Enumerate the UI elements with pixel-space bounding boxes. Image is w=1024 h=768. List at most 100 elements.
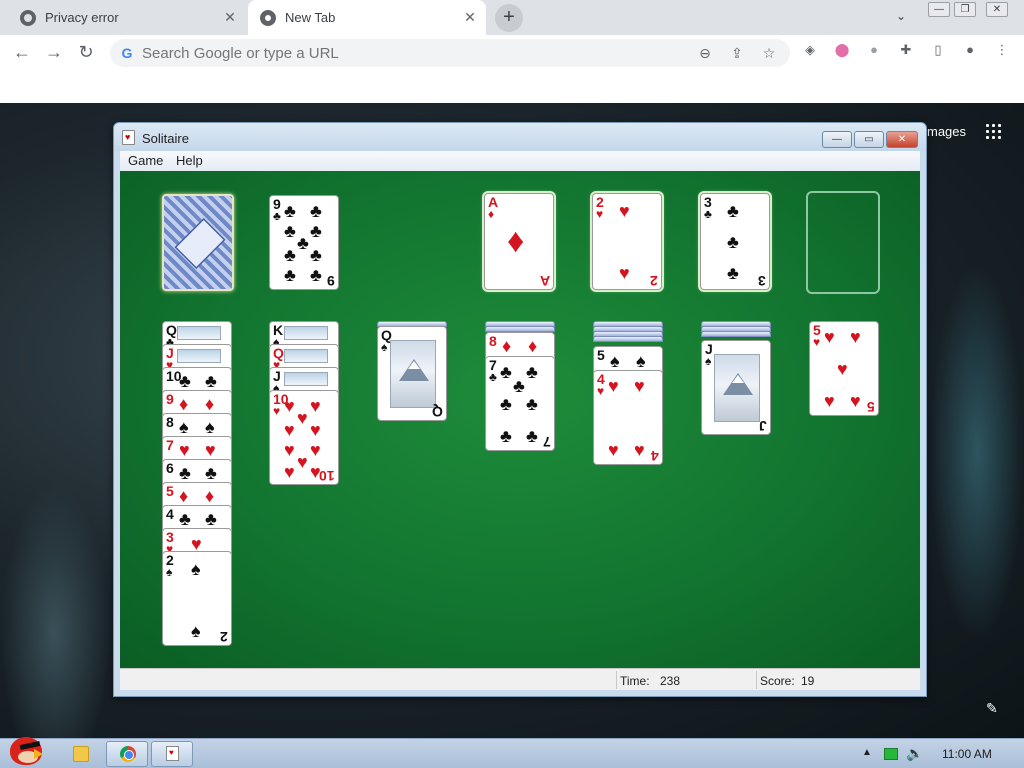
club-pip: ♣ [310,265,322,285]
foundation-1[interactable]: A ♦ ♦ A [484,193,554,290]
color-extension-icon[interactable]: ⬤ [833,41,851,59]
bird-beak [34,749,43,759]
kebab-menu-icon[interactable]: ⋮ [993,41,1011,59]
tab-label: Privacy error [45,10,119,25]
side-panel-icon[interactable]: ▯ [929,41,947,59]
club-pip: ♣ [297,233,309,253]
score-value: 19 [801,674,815,688]
club-pip: ♣ [500,426,512,446]
tableau-card[interactable]: 4 ♥ ♥ ♥ ♥ ♥ 4 [593,370,663,465]
share-icon[interactable]: ⇪ [728,44,746,62]
tab-new-tab[interactable]: New Tab ✕ [248,0,486,35]
tableau-card[interactable]: 2 ♠ ♠ ♠ 2 [162,551,232,646]
face-card-art [177,326,221,340]
heart-pip: ♥ [634,440,645,460]
foundation-3[interactable]: 3 ♣ ♣ ♣ ♣ 3 [700,193,770,290]
foundation-2[interactable]: 2 ♥ ♥ ♥ 2 [592,193,662,290]
window-close-button[interactable]: ✕ [986,2,1008,17]
tableau-card[interactable]: J ♠ J [701,340,771,435]
tableau-card[interactable]: 10 ♥ ♥ ♥ ♥ ♥ ♥ ♥ ♥ ♥ ♥ ♥ 10 [269,390,339,485]
card-suit: ♥ [596,207,604,221]
shield-extension-icon[interactable]: ◈ [801,41,819,59]
heart-pip: ♥ [619,263,630,283]
club-pip: ♣ [526,362,538,382]
club-pip: ♣ [179,509,191,529]
card-rank: 7 [166,437,174,453]
heart-pip: ♥ [837,359,848,379]
omnibox-input[interactable] [142,43,682,63]
minimize-button[interactable]: — [928,2,950,17]
chrome-icon [120,746,136,762]
close-button[interactable]: ✕ [886,131,918,148]
profile-icon[interactable]: ● [961,41,979,59]
card-rank: 7 [543,434,551,450]
omnibox[interactable]: G ⊖ ⇪ ☆ [110,39,790,67]
folder-icon[interactable] [73,746,89,762]
taskbar: ▲ 🔈 11:00 AM [0,737,1024,768]
heart-pip: ♥ [619,201,630,221]
solitaire-title-bar[interactable]: Solitaire — ▭ ✕ [114,123,926,151]
club-pip: ♣ [513,376,525,396]
start-button[interactable] [4,733,48,768]
face-down-card [593,336,663,342]
solitaire-app-icon [122,130,135,145]
tab-privacy-error[interactable]: Privacy error ✕ [8,0,246,35]
heart-pip: ♥ [284,462,295,482]
zoom-icon[interactable]: ⊖ [696,44,714,62]
spade-pip: ♠ [191,559,201,579]
close-icon[interactable]: ✕ [462,9,478,25]
card-rank: 8 [166,414,174,430]
card-suit: ♣ [489,370,497,384]
spade-pip: ♠ [191,621,201,641]
heart-pip: ♥ [297,408,308,428]
circle-extension-icon[interactable]: ● [865,41,883,59]
volume-icon[interactable]: 🔈 [906,745,923,762]
arrow-right-icon[interactable]: → [42,41,66,65]
card-suit: ♠ [381,340,388,354]
tableau-card[interactable]: Q ♠ Q [377,326,447,421]
club-pip: ♣ [179,371,191,391]
stock-pile[interactable] [162,194,234,291]
maximize-button[interactable]: ▭ [854,131,884,148]
puzzle-icon[interactable]: ✚ [897,41,915,59]
spade-pip: ♠ [205,417,215,437]
solitaire-icon [166,746,179,761]
diamond-icon: ♦ [507,222,525,260]
waste-card[interactable]: 9 ♣ ♣ ♣ ♣ ♣ ♣ ♣ ♣ ♣ ♣ 9 [269,195,339,290]
menu-game[interactable]: Game [128,153,163,168]
new-tab-button[interactable]: + [495,4,523,32]
arrow-left-icon[interactable]: ← [10,41,34,65]
tableau-card[interactable]: 5 ♥ ♥ ♥ ♥ ♥ ♥ 5 [809,321,879,416]
foundation-4-empty[interactable] [806,191,880,294]
google-icon: G [121,45,133,61]
restore-button[interactable]: ❐ [954,2,976,17]
heart-pip: ♥ [310,440,321,460]
close-icon[interactable]: ✕ [222,9,238,25]
reload-icon[interactable]: ↻ [74,41,98,65]
tab-search-icon[interactable]: ⌄ [896,9,906,23]
solitaire-window: Solitaire — ▭ ✕ Game Help 9 ♣ ♣ ♣ ♣ ♣ ♣ … [113,122,927,697]
club-pip: ♣ [284,221,296,241]
heart-pip: ♥ [179,440,190,460]
google-apps-icon[interactable] [986,124,1001,139]
diamond-pip: ♦ [205,486,215,506]
card-suit: ♠ [705,354,712,368]
game-board[interactable]: 9 ♣ ♣ ♣ ♣ ♣ ♣ ♣ ♣ ♣ ♣ 9 A ♦ ♦ A 2 ♥ ♥ ♥ … [120,171,920,668]
network-icon[interactable] [884,748,898,760]
heart-pip: ♥ [850,327,861,347]
diamond-pip: ♦ [502,336,512,356]
background-art [930,263,1024,643]
customize-pencil-icon[interactable]: ✎ [986,700,998,717]
minimize-button[interactable]: — [822,131,852,148]
heart-pip: ♥ [310,396,321,416]
tray-expand-icon[interactable]: ▲ [862,747,872,758]
clock[interactable]: 11:00 AM [942,747,992,761]
card-rank: 10 [319,468,335,484]
menu-help[interactable]: Help [176,153,203,168]
images-link[interactable]: mages [927,124,966,139]
tableau-card[interactable]: 7 ♣ ♣ ♣ ♣ ♣ ♣ ♣ ♣ 7 [485,356,555,451]
card-rank: 5 [166,483,174,499]
star-icon[interactable]: ☆ [760,44,778,62]
club-pip: ♣ [179,463,191,483]
heart-pip: ♥ [310,420,321,440]
